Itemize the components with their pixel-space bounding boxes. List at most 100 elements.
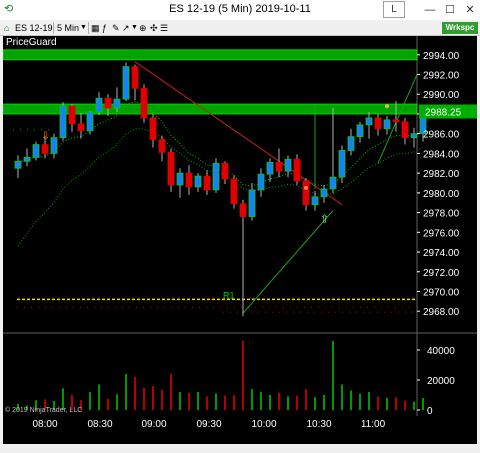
candle [131,64,139,101]
time-tick-label: 09:30 [196,419,222,430]
candle [176,168,184,198]
volume-bar [368,392,370,410]
candle-body [212,162,220,191]
candle-body [77,123,85,132]
volume-bar [161,389,163,410]
candle-body [392,119,400,123]
candle [14,155,22,179]
candle-body [338,150,346,178]
candle [194,173,202,192]
drawing-tools-icon[interactable]: ↗ [122,22,130,34]
time-tick-label: 11:00 [360,419,386,430]
candle [122,62,130,102]
tools-dropdown-icon[interactable]: ▼ [131,22,138,34]
price-tick-label: 2980.00 [423,189,460,200]
toolbar: ⌂ ES 12-19 5 Min ▼ ▦ ƒ ✎ ↗ ▼ ⊕ ✣ ☰ Wrksp… [0,20,480,36]
volume-bar [179,392,181,410]
candle-body [221,162,229,180]
volume-bar [134,377,136,410]
candle [239,199,247,317]
candle [221,161,229,184]
signal-dot [304,185,308,190]
volume-bar [242,341,244,410]
candle [149,113,157,148]
zoom-icon[interactable]: ⊕ [139,22,147,34]
candle-body [203,175,211,191]
volume-bar [332,341,334,410]
candle-body [383,119,391,130]
maximize-icon[interactable]: ☐ [440,2,460,18]
price-tick-label: 2972.00 [423,268,460,279]
candle-body [131,66,139,89]
candle [284,155,292,178]
last-price-label: 2988.25 [425,108,462,119]
candle-body [293,158,301,182]
sell-arrow-icon: ⇩ [41,131,50,143]
price-tick-label: 2968.00 [423,307,460,318]
volume-bar [170,374,172,410]
candle-body [410,133,418,139]
volume-bar [260,392,262,410]
volume-bar [251,389,253,410]
candle-body [266,161,274,175]
volume-bar [386,398,388,410]
candle-body [95,97,103,113]
workspace-button[interactable]: Wrkspc [442,22,478,34]
instrument-selector[interactable]: ES 12-19 [15,22,53,34]
period-selector[interactable]: 5 Min [57,22,79,34]
properties-icon[interactable]: ☰ [160,22,168,34]
volume-bar [314,397,316,410]
candle [347,128,355,156]
candle [365,111,373,139]
candle [185,165,193,195]
status-bar [0,444,480,453]
r1-label: R1 [223,290,235,300]
volume-bar [341,384,343,410]
volume-bar [359,393,361,410]
candle [68,104,76,132]
chart-window: ⟲ ES 12-19 (5 Min) 2019-10-11 L — ☐ ✕ ⌂ … [0,0,480,453]
price-chart[interactable]: R1⇩⇧2994.002992.002990.002988.002986.002… [3,36,477,416]
candle [158,135,166,162]
price-tick-label: 2974.00 [423,248,460,259]
volume-bar [224,395,226,410]
candle-body [320,188,328,198]
volume-bar [395,397,397,410]
candle [95,92,103,115]
volume-bar [188,392,190,410]
indicators-icon[interactable]: ƒ [102,22,107,34]
period-dropdown-icon[interactable]: ▼ [80,22,87,34]
candle-body [185,172,193,188]
trailing-stop-line [17,128,424,247]
candle-body [365,117,373,126]
candle [266,158,274,183]
candle-body [275,161,283,172]
uptrend-line [242,210,334,314]
time-tick-label: 08:30 [87,419,113,430]
candle [374,113,382,136]
indicator-label: PriceGuard [6,37,57,48]
volume-bar [215,393,217,410]
price-tick-label: 2976.00 [423,228,460,239]
separator [53,22,54,34]
candle-body [239,203,247,217]
close-icon[interactable]: ✕ [460,2,480,18]
instrument-link-icon[interactable]: ⌂ [4,22,9,34]
price-tick-label: 2992.00 [423,71,460,82]
bar-chart-icon[interactable]: ▦ [91,22,100,34]
crosshair-icon[interactable]: ✣ [150,22,158,34]
candle-body [149,117,157,141]
signal-dot [385,104,389,109]
candle-body [374,117,382,130]
link-button[interactable]: L [383,1,405,18]
downtrend-line [134,61,343,206]
candle-body [68,105,76,125]
candle [167,148,175,192]
candle-body [23,156,31,162]
candle-body [356,124,364,138]
minimize-icon[interactable]: — [420,2,440,18]
draw-icon[interactable]: ✎ [112,22,120,34]
volume-bar [422,398,424,410]
volume-bar [206,396,208,410]
price-tick-label: 2970.00 [423,287,460,298]
